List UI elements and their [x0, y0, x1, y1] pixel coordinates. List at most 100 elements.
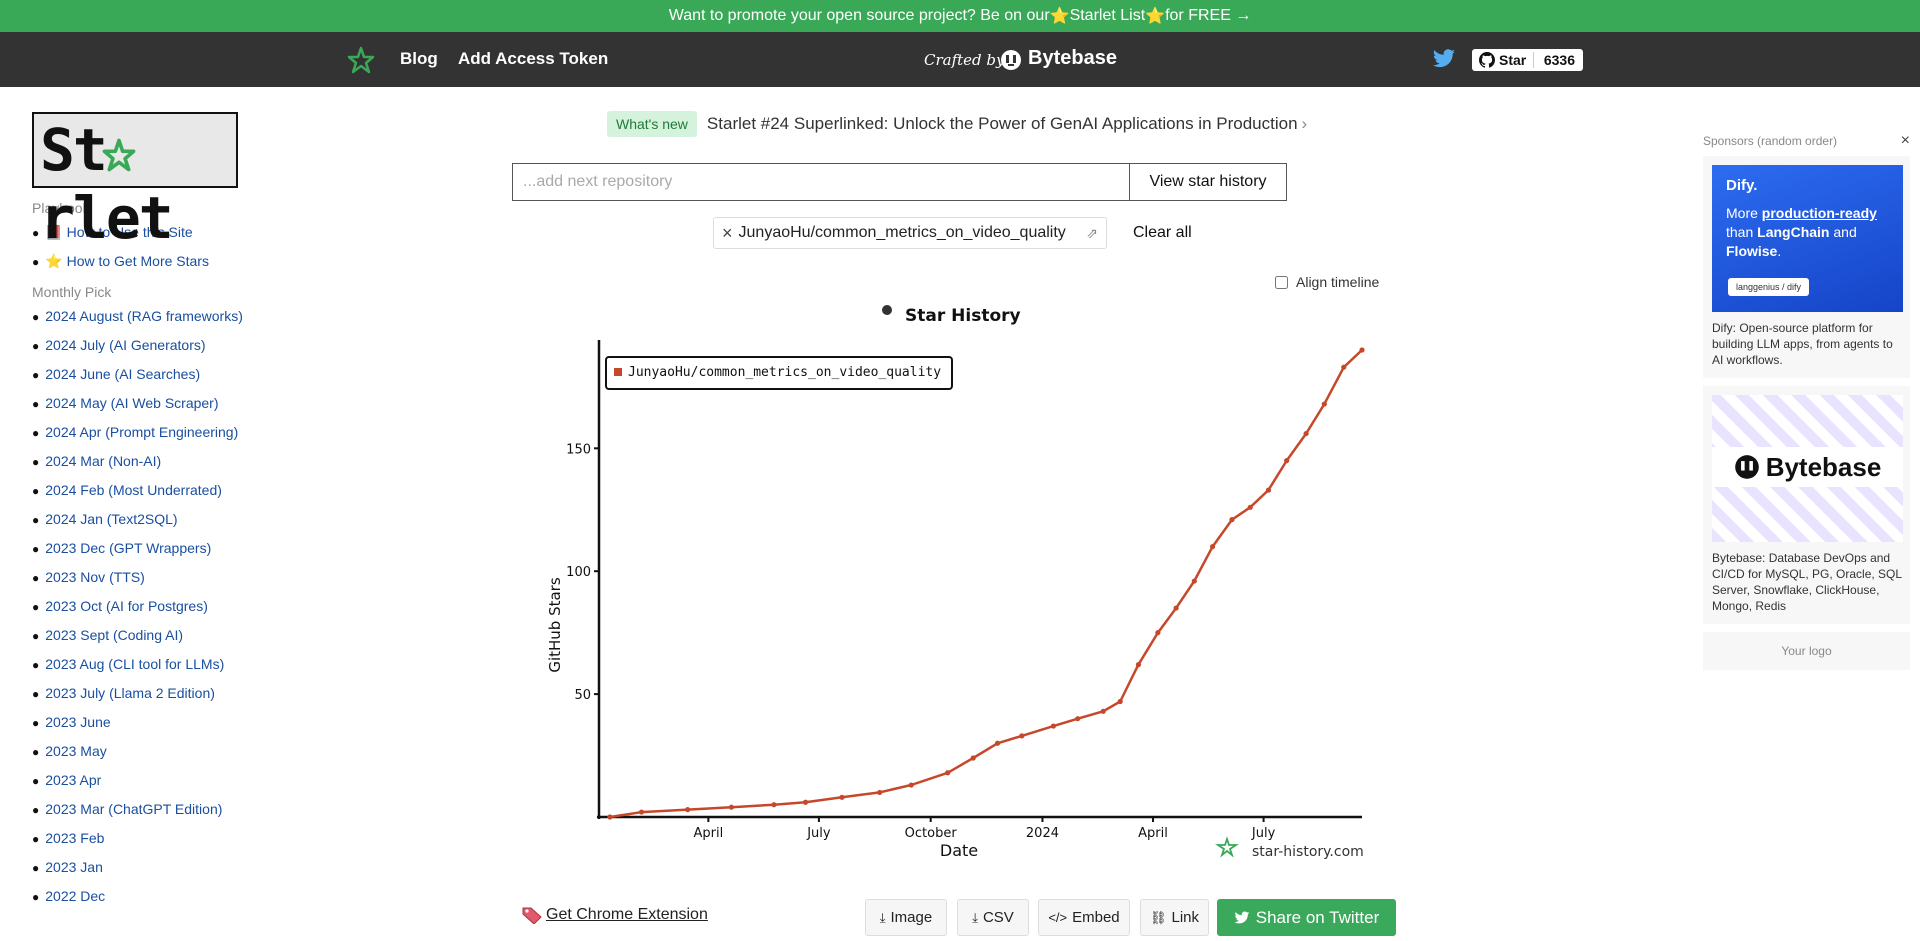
- star-history-logo-icon[interactable]: [347, 46, 375, 74]
- bullet: ●: [32, 803, 40, 817]
- monthly-pick-link[interactable]: 2023 May: [45, 743, 106, 759]
- your-logo-slot[interactable]: Your logo: [1703, 632, 1910, 670]
- starlet-logo[interactable]: St rlet: [32, 112, 238, 252]
- whats-new-title[interactable]: Starlet #24 Superlinked: Unlock the Powe…: [707, 114, 1307, 134]
- monthly-pick-link[interactable]: 2023 Apr: [45, 772, 101, 788]
- data-point: [1321, 401, 1327, 407]
- monthly-pick-item[interactable]: ● 2023 July (Llama 2 Edition): [32, 683, 252, 704]
- sponsor-card-bytebase[interactable]: Bytebase Bytebase: Database DevOps and C…: [1703, 386, 1910, 624]
- monthly-pick-item[interactable]: ● 2024 May (AI Web Scraper): [32, 393, 252, 414]
- monthly-pick-link[interactable]: 2023 Aug (CLI tool for LLMs): [45, 656, 224, 672]
- monthly-pick-link[interactable]: 2024 July (AI Generators): [45, 337, 205, 353]
- monthly-pick-link[interactable]: 2024 Mar (Non-AI): [45, 453, 161, 469]
- monthly-pick-link[interactable]: 2022 Dec: [45, 888, 105, 904]
- export-image-button[interactable]: ⤓ Image: [865, 899, 947, 936]
- align-timeline-checkbox[interactable]: [1275, 275, 1288, 289]
- monthly-pick-link[interactable]: 2024 Apr (Prompt Engineering): [45, 424, 238, 440]
- bytebase-brand[interactable]: Bytebase: [1028, 47, 1117, 70]
- nav-blog-link[interactable]: Blog: [400, 49, 438, 69]
- view-star-history-button[interactable]: View star history: [1129, 163, 1287, 201]
- monthly-pick-item[interactable]: ● 2023 Dec (GPT Wrappers): [32, 538, 252, 559]
- monthly-pick-item[interactable]: ● 2023 May: [32, 741, 252, 762]
- monthly-pick-item[interactable]: ● 2024 Feb (Most Underrated): [32, 480, 252, 501]
- monthly-pick-item[interactable]: ● 2024 Jan (Text2SQL): [32, 509, 252, 530]
- remove-repo-icon[interactable]: ×: [722, 223, 733, 244]
- monthly-pick-item[interactable]: ● 2024 Mar (Non-AI): [32, 451, 252, 472]
- selected-repo-chip[interactable]: × JunyaoHu/common_metrics_on_video_quali…: [713, 217, 1107, 249]
- bullet: ●: [32, 255, 40, 269]
- data-point: [1135, 662, 1142, 668]
- whats-new-badge: What's new: [607, 111, 697, 137]
- monthly-pick-item[interactable]: ● 2023 Aug (CLI tool for LLMs): [32, 654, 252, 675]
- close-icon[interactable]: ×: [1901, 132, 1910, 150]
- monthly-pick-link[interactable]: 2023 Dec (GPT Wrappers): [45, 540, 211, 556]
- monthly-pick-item[interactable]: ● 2023 Jan: [32, 857, 252, 878]
- monthly-pick-item[interactable]: ● 2023 June: [32, 712, 252, 733]
- chrome-extension-label[interactable]: Get Chrome Extension: [546, 906, 708, 924]
- data-point: [1247, 504, 1253, 510]
- external-link-icon[interactable]: ⇗: [1086, 225, 1098, 242]
- monthly-pick-item[interactable]: ● 2022 Dec: [32, 886, 252, 907]
- clear-all-button[interactable]: Clear all: [1133, 224, 1192, 242]
- monthly-pick-item[interactable]: ● 2023 Feb: [32, 828, 252, 849]
- monthly-pick-link[interactable]: 2023 July (Llama 2 Edition): [45, 685, 215, 701]
- data-point: [1117, 698, 1123, 705]
- twitter-icon[interactable]: [1432, 48, 1456, 70]
- monthly-pick-link[interactable]: 2024 June (AI Searches): [45, 366, 200, 382]
- copy-link-button[interactable]: ⛓ Link: [1140, 899, 1209, 936]
- repo-search-input[interactable]: [512, 163, 1129, 201]
- monthly-pick-link[interactable]: 2023 Sept (Coding AI): [45, 627, 183, 643]
- chrome-extension-link[interactable]: Get Chrome Extension: [522, 906, 708, 924]
- monthly-pick-link[interactable]: 2023 Nov (TTS): [45, 569, 145, 585]
- dify-langchain: LangChain: [1757, 224, 1830, 240]
- embed-label: Embed: [1072, 909, 1120, 926]
- github-star-button[interactable]: Star 6336: [1472, 49, 1583, 71]
- bullet: ●: [32, 629, 40, 643]
- bullet: ●: [32, 745, 40, 759]
- monthly-pick-item[interactable]: ● 2023 Mar (ChatGPT Edition): [32, 799, 252, 820]
- monthly-pick-link[interactable]: 2024 May (AI Web Scraper): [45, 395, 218, 411]
- selected-repo-name[interactable]: JunyaoHu/common_metrics_on_video_quality: [739, 224, 1066, 242]
- monthly-pick-item[interactable]: ● 2024 June (AI Searches): [32, 364, 252, 385]
- series-points: [607, 347, 1365, 820]
- monthly-pick-link[interactable]: 2024 August (RAG frameworks): [45, 308, 243, 324]
- monthly-pick-item[interactable]: ● 2024 July (AI Generators): [32, 335, 252, 356]
- monthly-pick-item[interactable]: ● 2024 Apr (Prompt Engineering): [32, 422, 252, 443]
- playbook-item[interactable]: ● ⭐ How to Get More Stars: [32, 251, 252, 272]
- starlet-logo-text: St rlet: [40, 116, 174, 252]
- promo-banner[interactable]: Want to promote your open source project…: [0, 0, 1920, 32]
- playbook-item-link[interactable]: How to Get More Stars: [67, 253, 209, 269]
- promo-starlet-link[interactable]: Starlet List: [1070, 7, 1146, 25]
- monthly-pick-link[interactable]: 2023 Feb: [45, 830, 104, 846]
- monthly-pick-link[interactable]: 2024 Feb (Most Underrated): [45, 482, 222, 498]
- series-line: [609, 349, 1363, 819]
- embed-button[interactable]: </> Embed: [1038, 899, 1130, 936]
- nav-add-token-link[interactable]: Add Access Token: [458, 49, 608, 69]
- export-csv-label: CSV: [982, 909, 1014, 926]
- x-tick-label: July: [1251, 826, 1276, 841]
- monthly-pick-link[interactable]: 2023 Oct (AI for Postgres): [45, 598, 208, 614]
- monthly-pick-link[interactable]: 2023 June: [45, 714, 110, 730]
- monthly-pick-link[interactable]: 2023 Jan: [45, 859, 103, 875]
- align-timeline-toggle[interactable]: Align timeline: [1275, 274, 1379, 290]
- monthly-pick-item[interactable]: ● 2023 Sept (Coding AI): [32, 625, 252, 646]
- share-twitter-button[interactable]: Share on Twitter: [1217, 899, 1396, 936]
- monthly-pick-item[interactable]: ● 2023 Oct (AI for Postgres): [32, 596, 252, 617]
- watermark[interactable]: star-history.com: [1215, 836, 1364, 860]
- whats-new-banner[interactable]: What's new Starlet #24 Superlinked: Unlo…: [607, 111, 1307, 137]
- top-header: Blog Add Access Token Crafted by Bytebas…: [0, 32, 1920, 87]
- monthly-pick-item[interactable]: ● 2023 Nov (TTS): [32, 567, 252, 588]
- bytebase-logo-icon[interactable]: [1000, 49, 1022, 71]
- monthly-pick-link[interactable]: 2024 Jan (Text2SQL): [45, 511, 177, 527]
- monthly-pick-link[interactable]: 2023 Mar (ChatGPT Edition): [45, 801, 222, 817]
- export-image-label: Image: [890, 909, 933, 926]
- promo-star-right: ⭐: [1145, 8, 1166, 25]
- monthly-pick-item[interactable]: ● 2024 August (RAG frameworks): [32, 306, 252, 327]
- bytebase-banner-band: Bytebase: [1712, 447, 1903, 487]
- bytebase-banner-image[interactable]: Bytebase: [1712, 395, 1903, 542]
- export-csv-button[interactable]: ⤓ CSV: [957, 899, 1029, 936]
- sponsor-card-dify[interactable]: Dify. More production-ready than LangCha…: [1703, 156, 1910, 378]
- dify-banner-image[interactable]: Dify. More production-ready than LangCha…: [1712, 165, 1903, 312]
- legend-series-name: JunyaoHu/common_metrics_on_video_quality: [628, 365, 941, 380]
- monthly-pick-item[interactable]: ● 2023 Apr: [32, 770, 252, 791]
